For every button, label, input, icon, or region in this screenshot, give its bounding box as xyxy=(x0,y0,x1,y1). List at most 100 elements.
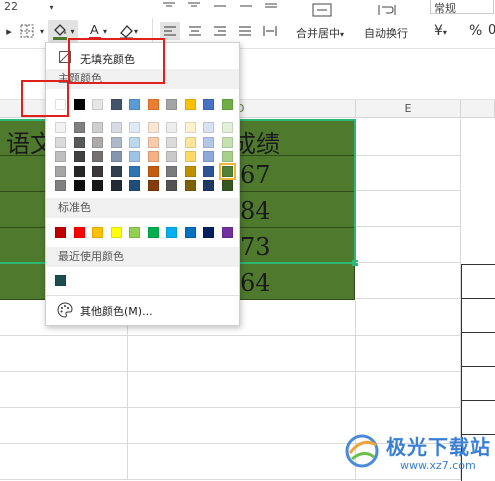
theme-shade-swatch[interactable] xyxy=(92,165,103,177)
standard-color-swatch[interactable] xyxy=(203,227,214,238)
thousands-separator-icon[interactable]: 0 xyxy=(488,23,495,38)
theme-shade-swatch[interactable] xyxy=(203,180,214,191)
theme-shade-swatch[interactable] xyxy=(166,136,177,148)
standard-color-swatch[interactable] xyxy=(184,227,196,238)
orientation-icon[interactable] xyxy=(237,0,255,10)
theme-color-swatch[interactable] xyxy=(110,99,122,110)
merge-center-icon[interactable] xyxy=(310,2,334,18)
theme-shade-swatch[interactable] xyxy=(73,136,85,148)
font-size-select[interactable]: 22 ▾ xyxy=(4,0,64,14)
align-top-icon[interactable] xyxy=(160,0,178,10)
theme-shade-swatch[interactable] xyxy=(110,151,122,162)
theme-shade-swatch[interactable] xyxy=(184,151,196,162)
theme-shade-swatch[interactable] xyxy=(147,151,159,162)
theme-shade-swatch[interactable] xyxy=(184,122,196,133)
theme-shade-swatch[interactable] xyxy=(73,151,85,162)
theme-color-swatch[interactable] xyxy=(73,99,85,110)
empty-cell[interactable] xyxy=(0,372,128,408)
theme-shade-swatch[interactable] xyxy=(166,151,177,162)
empty-cell[interactable] xyxy=(0,336,128,372)
align-middle-icon[interactable] xyxy=(185,0,203,10)
border-icon[interactable] xyxy=(16,22,38,40)
empty-cell[interactable] xyxy=(128,336,356,372)
theme-shade-swatch[interactable] xyxy=(110,165,122,177)
theme-shade-swatch[interactable] xyxy=(55,136,66,148)
column-header-e[interactable]: E xyxy=(356,100,461,118)
empty-cell[interactable] xyxy=(356,119,461,156)
align-bottom-icon[interactable] xyxy=(211,0,229,10)
theme-shade-swatch[interactable] xyxy=(73,122,85,133)
theme-shade-swatch[interactable] xyxy=(110,136,122,148)
theme-shade-swatch[interactable] xyxy=(110,122,122,133)
theme-shade-swatch[interactable] xyxy=(147,180,159,191)
empty-cell[interactable] xyxy=(128,408,356,444)
theme-shade-swatch[interactable] xyxy=(73,165,85,177)
theme-color-swatch[interactable] xyxy=(203,99,214,110)
theme-shade-swatch[interactable] xyxy=(184,180,196,191)
empty-cell[interactable] xyxy=(128,444,356,480)
theme-shade-swatch[interactable] xyxy=(218,162,236,180)
theme-shade-swatch[interactable] xyxy=(147,122,159,133)
theme-color-swatch[interactable] xyxy=(184,99,196,110)
theme-color-swatch[interactable] xyxy=(129,99,140,110)
empty-cell[interactable] xyxy=(0,444,128,480)
theme-shade-swatch[interactable] xyxy=(203,122,214,133)
empty-cell[interactable] xyxy=(356,263,461,299)
theme-color-swatch[interactable] xyxy=(92,99,103,110)
theme-shade-swatch[interactable] xyxy=(147,136,159,148)
distributed-align-icon[interactable] xyxy=(260,22,280,40)
theme-shade-swatch[interactable] xyxy=(166,122,177,133)
standard-color-swatch[interactable] xyxy=(55,227,66,238)
merge-center-button[interactable]: 合并居中▾ xyxy=(296,25,344,41)
format-painter-icon[interactable]: ▸ xyxy=(2,22,16,40)
justify-icon[interactable] xyxy=(235,22,255,40)
theme-shade-swatch[interactable] xyxy=(55,165,66,177)
theme-shade-swatch[interactable] xyxy=(129,165,140,177)
theme-shade-swatch[interactable] xyxy=(203,165,214,177)
standard-color-swatch[interactable] xyxy=(147,227,159,238)
percent-button[interactable]: % xyxy=(469,23,482,39)
theme-shade-swatch[interactable] xyxy=(221,136,233,148)
align-center-icon[interactable] xyxy=(185,22,205,40)
theme-shade-swatch[interactable] xyxy=(184,165,196,177)
theme-shade-swatch[interactable] xyxy=(73,180,85,191)
empty-cell[interactable] xyxy=(356,155,461,191)
theme-shade-swatch[interactable] xyxy=(129,122,140,133)
theme-shade-swatch[interactable] xyxy=(184,136,196,148)
border-dropdown-icon[interactable]: ▾ xyxy=(38,26,46,36)
theme-shade-swatch[interactable] xyxy=(221,122,233,133)
theme-shade-swatch[interactable] xyxy=(147,165,159,177)
theme-shade-swatch[interactable] xyxy=(92,180,103,191)
theme-shade-swatch[interactable] xyxy=(166,165,177,177)
standard-color-swatch[interactable] xyxy=(73,227,85,238)
theme-color-swatch[interactable] xyxy=(147,99,159,110)
indent-icon[interactable] xyxy=(262,0,280,10)
standard-color-swatch[interactable] xyxy=(221,227,233,238)
theme-color-swatch[interactable] xyxy=(166,99,177,110)
align-right-icon[interactable] xyxy=(210,22,230,40)
theme-shade-swatch[interactable] xyxy=(55,180,66,191)
more-colors-option[interactable]: 其他颜色(M)... xyxy=(46,300,239,320)
number-format-select[interactable]: 常规 xyxy=(430,0,494,15)
theme-shade-swatch[interactable] xyxy=(129,180,140,191)
theme-shade-swatch[interactable] xyxy=(203,151,214,162)
currency-button[interactable]: ¥▾ xyxy=(434,23,447,39)
theme-shade-swatch[interactable] xyxy=(92,122,103,133)
standard-color-swatch[interactable] xyxy=(110,227,122,238)
empty-cell[interactable] xyxy=(356,336,461,372)
empty-cell[interactable] xyxy=(356,227,461,263)
theme-shade-swatch[interactable] xyxy=(221,180,233,191)
theme-shade-swatch[interactable] xyxy=(203,136,214,148)
empty-cell[interactable] xyxy=(0,408,128,444)
empty-cell[interactable] xyxy=(356,372,461,408)
theme-shade-swatch[interactable] xyxy=(55,151,66,162)
theme-shade-swatch[interactable] xyxy=(129,151,140,162)
wrap-text-button[interactable]: 自动换行 xyxy=(364,25,408,41)
theme-shade-swatch[interactable] xyxy=(92,136,103,148)
empty-cell[interactable] xyxy=(356,300,461,336)
column-header-f[interactable] xyxy=(461,100,495,118)
theme-shade-swatch[interactable] xyxy=(110,180,122,191)
theme-shade-swatch[interactable] xyxy=(221,151,233,162)
theme-shade-swatch[interactable] xyxy=(92,151,103,162)
wrap-text-icon[interactable] xyxy=(375,2,399,18)
